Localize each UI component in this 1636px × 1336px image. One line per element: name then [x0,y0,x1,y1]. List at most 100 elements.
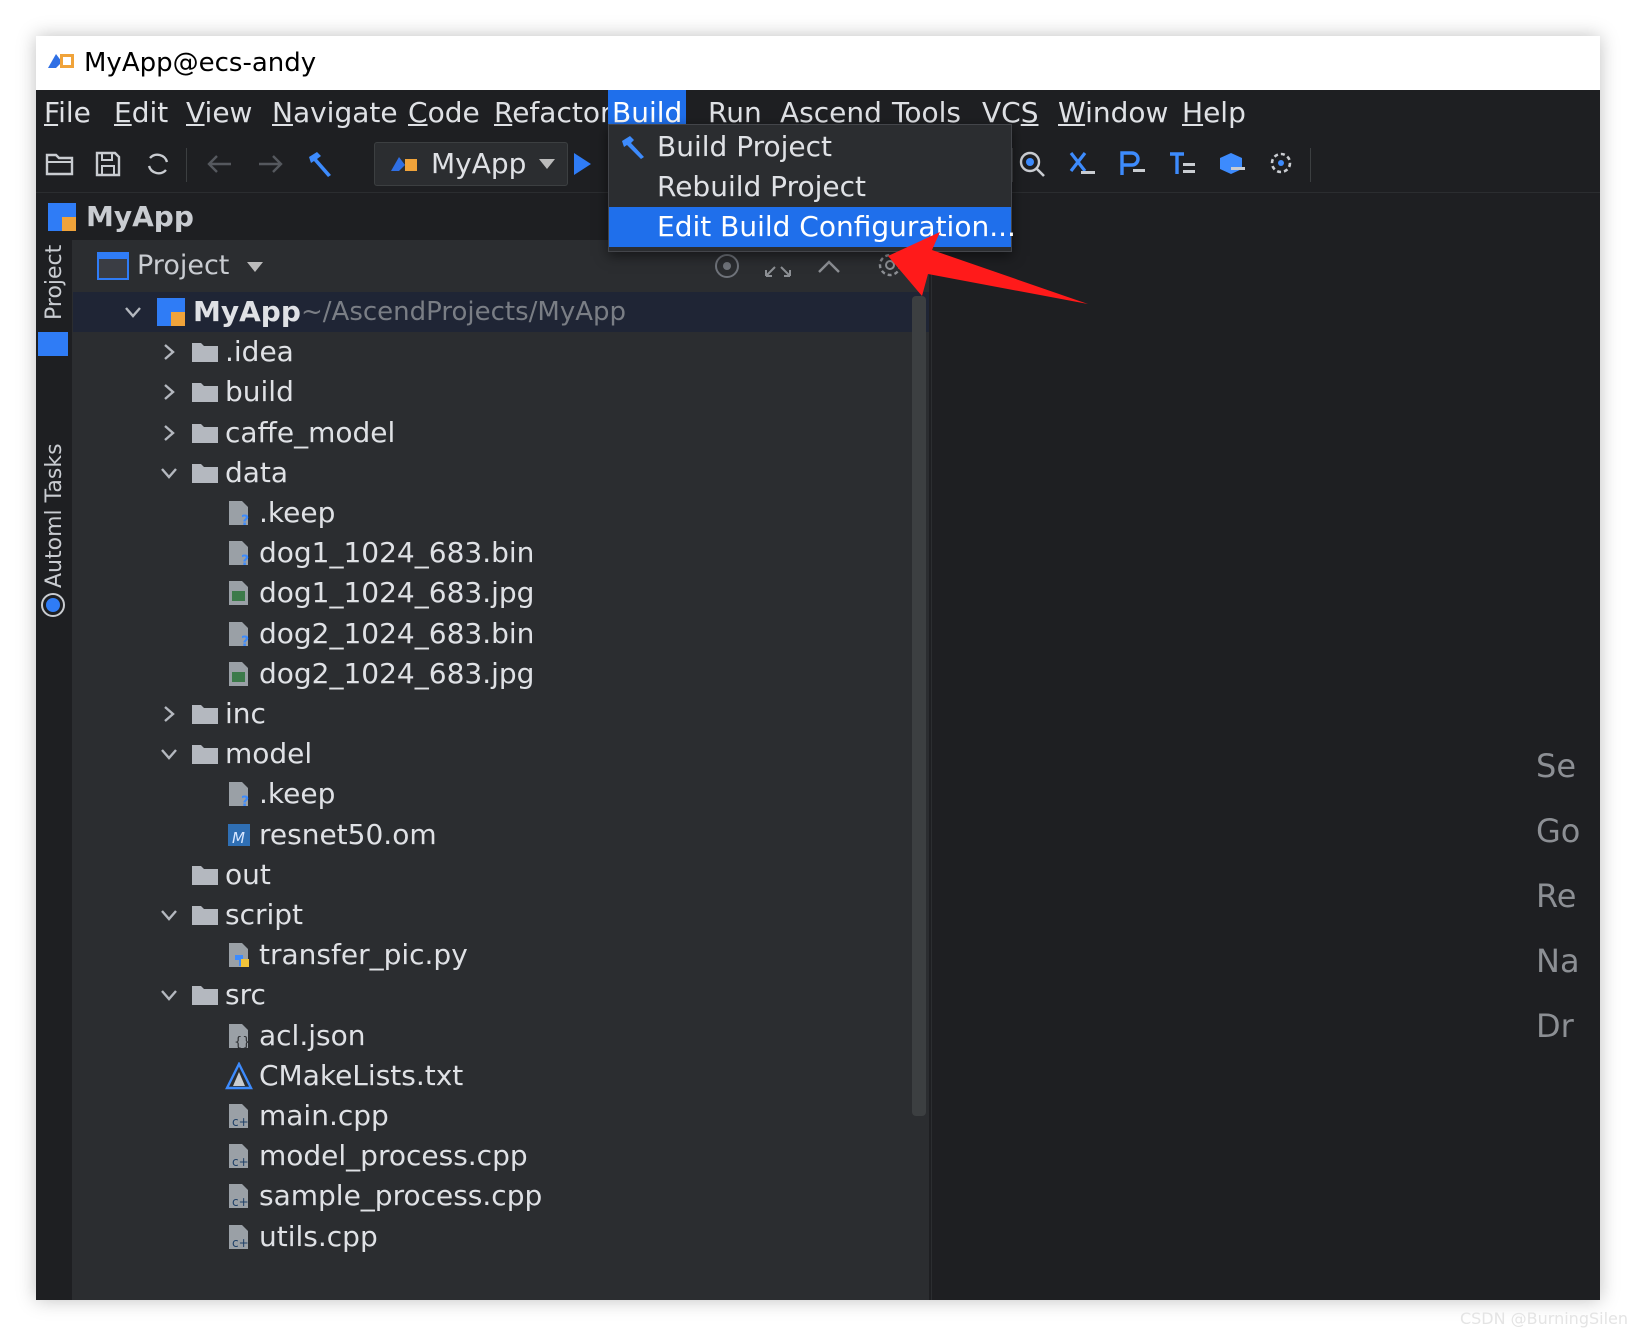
tree-root-row[interactable]: MyApp ~/AscendProjects/MyApp [73,292,929,332]
editor-hint-navigation: Na [1536,942,1580,980]
chevron-down-icon[interactable] [121,300,145,324]
automl-tasks-tab[interactable]: Automl Tasks [42,443,67,588]
sync-icon[interactable] [138,144,178,184]
chevron-down-icon[interactable] [157,983,181,1007]
svg-text:M: M [232,829,245,847]
json-file-icon: {} [229,1023,251,1050]
tool-t-icon[interactable] [1162,144,1202,184]
tree-file-row[interactable]: c+ sample_process.cpp [73,1176,929,1216]
menu-window[interactable]: Window [1054,90,1172,136]
menu-item-label: Build Project [657,130,832,163]
tool-box-icon[interactable] [1212,144,1252,184]
tree-item-label: model [225,737,313,771]
tool-p-icon[interactable] [1112,144,1152,184]
svg-text:c+: c+ [232,1155,249,1169]
chevron-right-icon[interactable] [157,702,181,726]
folder-icon [192,343,218,363]
tree-item-label: src [225,978,266,1012]
chevron-right-icon[interactable] [157,340,181,364]
project-view-selector[interactable]: Project [137,246,229,286]
project-tool-tab[interactable]: Project [42,245,67,320]
folder-icon [192,865,218,885]
tree-folder-row[interactable]: out [73,855,929,895]
tree-file-row[interactable]: c+ main.cpp [73,1096,929,1136]
editor-hint-recent: Re [1536,877,1577,915]
search-model-icon[interactable] [1012,144,1052,184]
tool-x-icon[interactable] [1062,144,1102,184]
tree-item-label: inc [225,697,266,730]
open-folder-icon[interactable] [40,144,80,184]
svg-text:c+: c+ [232,1115,249,1129]
project-module-icon [157,298,185,326]
tree-file-row[interactable]: c+ model_process.cpp [73,1136,929,1176]
editor-hint-search: Se [1536,747,1576,785]
tree-item-label: acl.json [259,1018,366,1052]
tree-file-row[interactable]: ? dog2_1024_683.bin [73,614,929,654]
chevron-right-icon[interactable] [157,421,181,445]
chevron-down-icon[interactable] [157,903,181,927]
cmake-file-icon [225,1061,253,1089]
unknown-file-icon: ? [229,621,249,648]
tree-folder-row[interactable]: build [73,372,929,412]
menu-refactor[interactable]: Refactor [490,90,615,136]
run-config-select[interactable]: MyApp [374,142,568,186]
locate-icon[interactable] [713,252,741,280]
folder-icon [192,986,218,1006]
menu-code[interactable]: Code [404,90,484,136]
menu-item-rebuild-project[interactable]: Rebuild Project [609,167,1011,207]
menu-navigate[interactable]: Navigate [268,90,402,136]
tree-folder-row[interactable]: .idea [73,332,929,372]
tool-gear-icon[interactable] [1262,144,1302,184]
svg-text:c+: c+ [232,1195,249,1209]
tree-folder-row[interactable]: src [73,975,929,1015]
tree-item-label: caffe_model [225,415,396,449]
forward-icon[interactable] [250,144,290,184]
menu-help[interactable]: Help [1178,90,1250,136]
cpp-file-icon: c+ [229,1224,249,1250]
run-icon[interactable] [562,144,602,184]
cpp-file-icon: c+ [229,1144,249,1169]
build-hammer-icon[interactable] [300,144,340,184]
hammer-icon [622,136,644,159]
tree-file-row[interactable]: transfer_pic.py [73,935,929,975]
svg-text:?: ? [241,553,249,567]
tree-item-label: .keep [259,496,336,529]
svg-text:?: ? [241,634,249,648]
tree-item-label: sample_process.cpp [259,1179,543,1213]
tree-item-label: utils.cpp [259,1219,378,1253]
menu-file[interactable]: File [40,90,95,136]
tree-file-row[interactable]: c+ utils.cpp [73,1217,929,1257]
menu-edit[interactable]: Edit [110,90,172,136]
cpp-file-icon: c+ [229,1184,249,1209]
tree-item-label: script [225,898,304,931]
chevron-down-icon[interactable] [157,742,181,766]
chevron-down-icon[interactable] [157,461,181,485]
tree-file-row[interactable]: CMakeLists.txt [73,1056,929,1096]
tree-file-row[interactable]: ? .keep [73,774,929,814]
tree-folder-row[interactable]: inc [73,694,929,734]
svg-text:{}: {} [234,1035,251,1050]
tree-file-row[interactable]: dog2_1024_683.jpg [73,654,929,694]
menu-view[interactable]: View [182,90,256,136]
chevron-down-icon [539,159,555,169]
tree-folder-row[interactable]: caffe_model [73,413,929,453]
tree-scrollbar[interactable] [912,296,926,1116]
collapse-all-icon[interactable] [815,252,843,280]
chevron-down-icon[interactable] [247,262,263,272]
expand-all-icon[interactable] [763,252,793,280]
tree-file-row[interactable]: Mresnet50.om [73,815,929,855]
tree-file-row[interactable]: {} acl.json [73,1016,929,1056]
window-title: MyApp@ecs-andy [84,48,317,78]
tree-file-row[interactable]: dog1_1024_683.jpg [73,573,929,613]
menu-item-build-project[interactable]: Build Project [609,127,1011,167]
tree-folder-row[interactable]: data [73,453,929,493]
python-file-icon [229,943,249,968]
tree-folder-row[interactable]: model [73,734,929,774]
tree-file-row[interactable]: ? dog1_1024_683.bin [73,533,929,573]
breadcrumb-project[interactable]: MyApp [86,197,194,237]
tree-folder-row[interactable]: script [73,895,929,935]
tree-file-row[interactable]: ? .keep [73,493,929,533]
save-icon[interactable] [88,144,128,184]
back-icon[interactable] [200,144,240,184]
chevron-right-icon[interactable] [157,380,181,404]
